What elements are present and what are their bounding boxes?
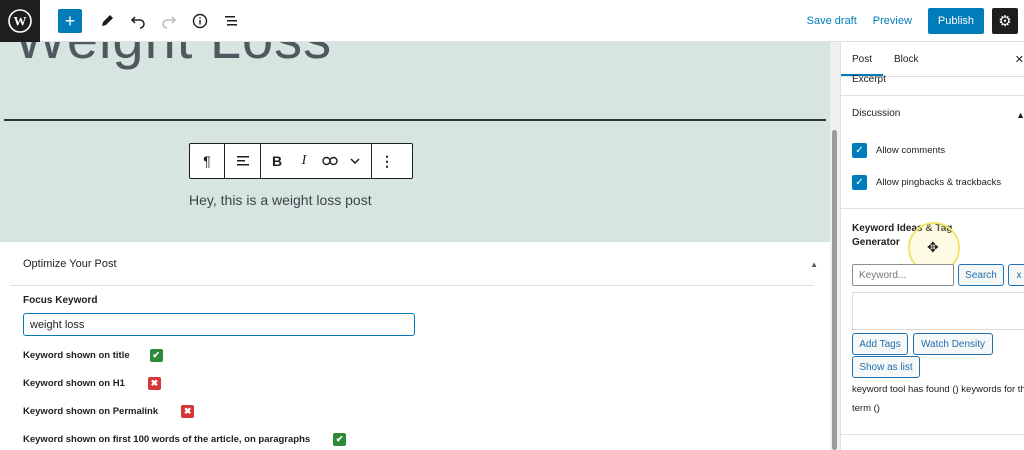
excerpt-label: Excerpt [852,74,886,85]
allow-pingbacks-label: Allow pingbacks & trackbacks [876,177,1002,188]
keyword-status-text: keyword tool has found () keywords for t… [852,384,1024,414]
collapse-arrow-icon[interactable]: ▲ [810,260,818,269]
more-options-icon[interactable]: ⋮ [372,144,402,178]
fail-cross-icon: ✖ [147,377,161,390]
fail-cross-icon: ✖ [181,405,195,418]
preview-button[interactable]: Preview [873,15,912,27]
link-icon[interactable] [315,144,345,178]
sidebar-divider [841,208,1024,209]
check-row: Keyword shown on title ✔ [23,349,163,362]
clear-button[interactable]: x [1008,264,1024,286]
align-icon[interactable] [225,144,260,178]
paragraph-block[interactable]: Hey, this is a weight loss post [189,192,372,208]
undo-icon[interactable] [124,7,152,35]
check-row: Keyword shown on H1 ✖ [23,377,161,390]
check-row: Keyword shown on Permalink ✖ [23,405,195,418]
allow-comments-row[interactable]: ✓ Allow comments [852,143,945,158]
svg-text:W: W [14,13,27,28]
save-draft-button[interactable]: Save draft [807,15,857,27]
settings-sidebar: Post Block ✕ Excerpt Discussion ▲ ✓ Allo… [840,42,1024,450]
tab-post[interactable]: Post [841,42,883,76]
optimize-panel-title: Optimize Your Post [23,257,117,270]
tab-block[interactable]: Block [883,42,929,76]
paragraph-icon[interactable]: ¶ [190,144,224,178]
settings-gear-icon[interactable]: ⚙ [992,7,1018,34]
check-label: Keyword shown on first 100 words of the … [23,434,311,445]
pass-check-icon: ✔ [149,349,163,362]
optimize-post-panel: Optimize Your Post ▲ Focus Keyword Keywo… [0,242,830,450]
allow-pingbacks-checkbox[interactable]: ✓ [852,175,867,190]
list-view-icon[interactable] [217,7,245,35]
publish-button[interactable]: Publish [927,7,984,34]
discussion-label: Discussion [852,108,901,119]
chevron-down-icon[interactable] [345,144,365,178]
check-label: Keyword shown on Permalink [23,406,159,417]
toolbar-right-actions: Save draft Preview Publish ⚙ [807,7,1024,34]
discussion-panel-toggle[interactable]: Discussion ▲ [841,108,1024,120]
search-button[interactable]: Search [958,264,1004,286]
allow-comments-checkbox[interactable]: ✓ [852,143,867,158]
wordpress-logo-icon[interactable]: W [0,0,40,42]
focus-keyword-label: Focus Keyword [23,295,98,306]
allow-comments-label: Allow comments [876,145,946,156]
keyword-search-input[interactable] [852,264,954,286]
edit-pencil-icon[interactable] [93,7,121,35]
top-toolbar: W + Save draft Preview Publish ⚙ [0,0,1024,42]
bold-button[interactable]: B [261,144,293,178]
separator-block[interactable] [4,119,826,121]
optimize-panel-header[interactable]: Optimize Your Post [10,242,814,286]
post-title[interactable]: Weight Loss [14,42,332,71]
watch-density-button[interactable]: Watch Density [913,333,993,355]
editor-canvas[interactable]: Weight Loss ¶ B I ⋮ Hey, this is a weigh… [0,42,830,242]
sidebar-tabs: Post Block ✕ [841,42,1024,77]
chevron-up-icon[interactable]: ▲ [1016,110,1024,120]
add-block-button[interactable]: + [58,8,82,33]
block-toolbar: ¶ B I ⋮ [189,143,413,179]
info-icon[interactable] [186,7,214,35]
move-cursor-icon: ✥ [927,239,939,255]
add-tags-button[interactable]: Add Tags [852,333,908,355]
italic-button[interactable]: I [293,144,315,178]
focus-keyword-input[interactable] [23,313,415,336]
keyword-results-area[interactable] [852,292,1024,330]
check-label: Keyword shown on H1 [23,378,125,389]
pass-check-icon: ✔ [333,433,347,446]
check-label: Keyword shown on title [23,350,130,361]
allow-pingbacks-row[interactable]: ✓ Allow pingbacks & trackbacks [852,175,1001,190]
check-row: Keyword shown on first 100 words of the … [23,433,347,446]
redo-icon[interactable] [155,7,183,35]
close-icon[interactable]: ✕ [1015,53,1024,66]
show-as-list-button[interactable]: Show as list [852,356,920,378]
sidebar-divider [841,434,1024,435]
editor-scrollbar[interactable] [832,130,837,450]
excerpt-panel-toggle[interactable]: Excerpt [841,74,1024,96]
